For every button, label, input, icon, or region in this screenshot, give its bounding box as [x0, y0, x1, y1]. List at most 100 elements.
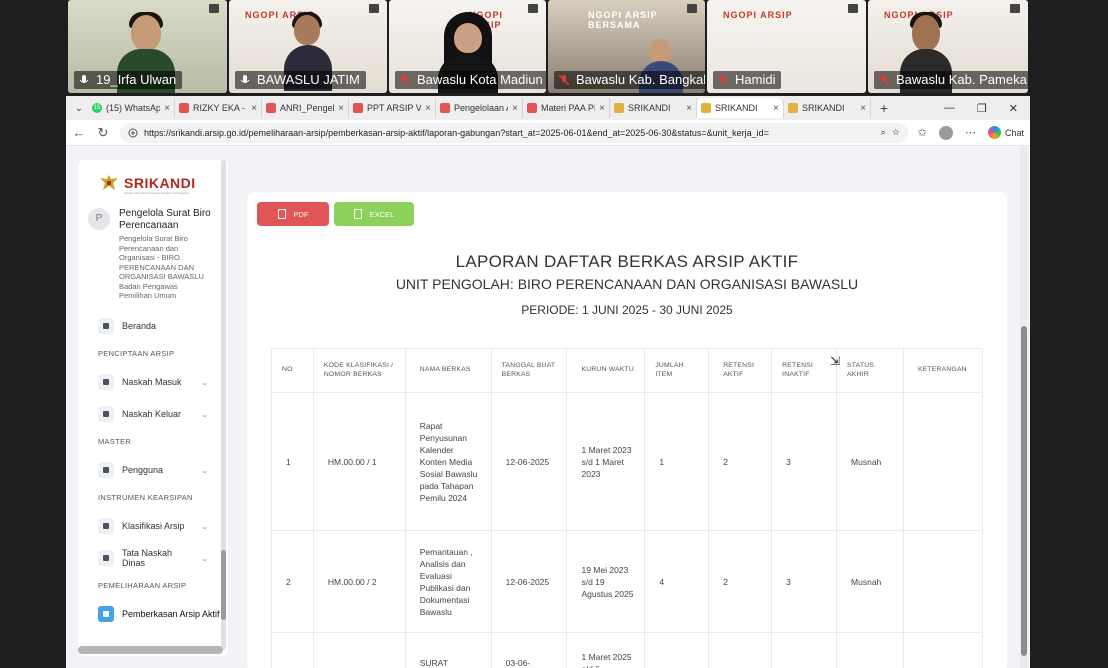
- participant-tile[interactable]: 19_Irfa Ulwan: [68, 0, 227, 93]
- cell-jumlah: [644, 632, 710, 668]
- url-text: https://srikandi.arsip.go.id/pemeliharaa…: [144, 127, 769, 138]
- window-close-icon[interactable]: ✕: [1009, 102, 1018, 115]
- export-pdf-button[interactable]: PDF: [257, 202, 329, 226]
- tab-pdf[interactable]: Materi PAA PI ×: [523, 98, 610, 118]
- cell-kurun: 1 Maret 2025 s/d 6: [566, 632, 646, 668]
- dashboard-icon: [98, 318, 114, 334]
- minimize-icon[interactable]: —: [944, 102, 955, 115]
- copilot-icon: [987, 126, 1001, 139]
- tab-list-icon[interactable]: ⌄: [70, 103, 88, 114]
- participant-logo-icon: [687, 4, 697, 13]
- sidebar-scrollbar[interactable]: [221, 160, 226, 650]
- mic-on-icon: [79, 75, 89, 83]
- tab-title: Materi PAA PI: [541, 103, 596, 113]
- close-icon[interactable]: ×: [512, 103, 518, 114]
- event-banner: NGOPI ARSIP: [723, 10, 793, 20]
- more-menu-icon[interactable]: ⋯: [965, 126, 976, 139]
- close-icon[interactable]: ×: [599, 103, 605, 114]
- close-icon[interactable]: ×: [686, 103, 692, 114]
- tab-title: ANRI_Pengelo: [280, 103, 335, 113]
- restore-icon[interactable]: ❐: [977, 102, 987, 115]
- participant-tile[interactable]: NGOPI ARSIP Bawaslu Kab. Pameka...: [868, 0, 1028, 93]
- participant-tile[interactable]: NGOPI ARSIP Bawaslu Kota Madiun: [389, 0, 546, 93]
- tab-pdf[interactable]: RIZKY EKA - E ×: [175, 98, 262, 118]
- report-card: PDF EXCEL LAPORAN DAFTAR BERKAS ARSIP AK…: [247, 192, 1007, 668]
- close-icon[interactable]: ×: [425, 103, 431, 114]
- cell-kode: HM.00.00 / 1: [312, 392, 406, 531]
- participant-tile[interactable]: NGOPI ARSIP Hamidi: [707, 0, 866, 93]
- close-icon[interactable]: ×: [860, 103, 866, 114]
- cell-status: Musnah: [836, 530, 904, 633]
- window-controls: — ❐ ✕: [944, 102, 1030, 115]
- column-header: RETENSI AKTIF: [708, 348, 773, 393]
- users-icon: [98, 462, 114, 478]
- column-header: NAMA BERKAS: [404, 348, 492, 393]
- tab-pdf[interactable]: ANRI_Pengelo ×: [262, 98, 349, 118]
- favorite-star-icon[interactable]: ☆: [892, 127, 900, 138]
- participant-logo-icon: [528, 4, 538, 13]
- sidebar-item-beranda[interactable]: Beranda: [78, 310, 228, 342]
- refresh-icon[interactable]: ↻: [96, 125, 110, 141]
- url-field[interactable]: https://srikandi.arsip.go.id/pemeliharaa…: [120, 122, 908, 143]
- sidebar-item-pengguna[interactable]: Pengguna ⌄: [78, 454, 228, 486]
- close-icon[interactable]: ×: [251, 103, 257, 114]
- back-icon[interactable]: ←: [72, 125, 86, 140]
- page-scrollbar[interactable]: [1020, 146, 1028, 668]
- scrollbar-thumb[interactable]: [221, 550, 226, 620]
- sidebar-item-klasifikasi-arsip[interactable]: Klasifikasi Arsip ⌄: [78, 510, 228, 542]
- sidebar-item-naskah-keluar[interactable]: Naskah Keluar ⌄: [78, 398, 228, 430]
- sidebar-item-tata-naskah-dinas[interactable]: Tata Naskah Dinas ⌄: [78, 542, 228, 574]
- brand-logo[interactable]: SRIKANDI Sistem Informasi Kearsipan Dina…: [78, 160, 228, 196]
- cell-nama: SURAT: [404, 632, 492, 668]
- participant-name: Bawaslu Kota Madiun: [395, 71, 546, 89]
- participant-logo-icon: [848, 4, 858, 13]
- zoom-icon[interactable]: ⌕: [881, 127, 886, 138]
- user-profile: P Pengelola Surat Biro Perencanaan Penge…: [78, 196, 228, 301]
- close-icon[interactable]: ×: [773, 103, 779, 114]
- cell-kurun: 19 Mei 2023 s/d 19 Agustus 2025: [566, 530, 646, 633]
- participant-logo-icon: [1010, 4, 1020, 13]
- sidebar-item-naskah-masuk[interactable]: Naskah Masuk ⌄: [78, 366, 228, 398]
- outbox-icon: [98, 406, 114, 422]
- cell-jumlah: 1: [644, 392, 710, 531]
- mouse-cursor-icon: ⇲: [830, 354, 841, 368]
- report-title: LAPORAN DAFTAR BERKAS ARSIP AKTIF: [455, 252, 799, 271]
- cell-jumlah: 4: [644, 530, 710, 633]
- cell-retensi-aktif: [708, 632, 773, 668]
- favorites-icon[interactable]: ✩: [918, 126, 927, 139]
- tab-pdf[interactable]: PPT ARSIP VITA ×: [349, 98, 436, 118]
- button-label: PDF: [293, 209, 309, 219]
- sidebar-item-label: Klasifikasi Arsip: [122, 521, 185, 531]
- close-icon[interactable]: ×: [164, 103, 170, 114]
- export-excel-button[interactable]: EXCEL: [334, 202, 414, 226]
- tab-whatsapp[interactable]: 15 (15) WhatsApp ×: [88, 98, 175, 118]
- sidebar-item-label: Pengguna: [122, 465, 164, 475]
- tab-pdf[interactable]: Pengelolaan Ar ×: [436, 98, 523, 118]
- new-tab-icon[interactable]: +: [871, 100, 897, 116]
- column-header: KETERANGAN: [902, 348, 984, 393]
- tab-title: SRIKANDI: [802, 103, 845, 113]
- tab-srikandi[interactable]: SRIKANDI ×: [784, 98, 871, 118]
- close-icon[interactable]: ×: [338, 103, 344, 114]
- mic-muted-icon: [399, 74, 411, 86]
- table-row: 1 HM.00.00 / 1 Rapat Penyusunan Kalender…: [271, 392, 984, 531]
- cell-nama: Rapat Penyusunan Kalender Konten Media S…: [404, 392, 492, 531]
- section-heading: INSTRUMEN KEARSIPAN: [98, 493, 193, 502]
- table-header-row: NO KODE KLASIFIKASI / NOMOR BERKAS NAMA …: [271, 348, 984, 393]
- sidebar-item-label: Beranda: [122, 321, 157, 331]
- sidebar-horizontal-scrollbar[interactable]: [78, 646, 223, 654]
- pdf-icon: [266, 103, 276, 113]
- copilot-chat-button[interactable]: Chat: [987, 126, 1024, 139]
- whatsapp-icon: 15: [92, 103, 102, 113]
- sidebar-item-pemberkasan-arsip-aktif[interactable]: Pemberkasan Arsip Aktif: [78, 598, 228, 630]
- participant-tile[interactable]: NGOPI ARSIP BERSAMA Bawaslu Kab. Bangkal…: [548, 0, 705, 93]
- tab-srikandi[interactable]: SRIKANDI ×: [610, 98, 697, 118]
- profile-avatar[interactable]: [938, 125, 953, 140]
- scrollbar-thumb[interactable]: [1021, 326, 1027, 656]
- participant-tile[interactable]: NGOPI ARSIP BAWASLU JATIM: [229, 0, 387, 93]
- site-info-icon[interactable]: [128, 128, 138, 138]
- garuda-emblem-icon: [100, 175, 118, 190]
- tab-srikandi-active[interactable]: SRIKANDI ×: [697, 98, 784, 118]
- toolbar-icons: ✩ ⋯ Chat: [918, 125, 1024, 140]
- video-participant-strip: 19_Irfa Ulwan NGOPI ARSIP BAWASLU JATIM …: [0, 0, 1108, 95]
